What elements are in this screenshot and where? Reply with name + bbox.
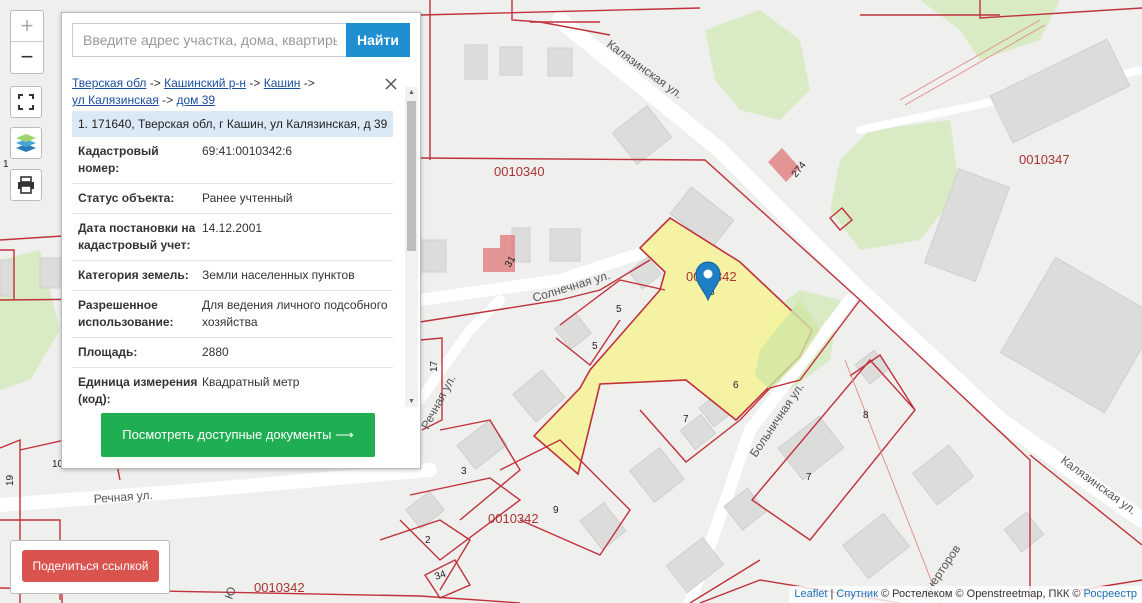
- plot-number: 6: [733, 380, 739, 391]
- view-documents-button[interactable]: Посмотреть доступные документы ⟶: [101, 413, 375, 457]
- property-value: Земли населенных пунктов: [202, 268, 355, 282]
- plot-number: 5: [616, 304, 622, 315]
- properties-scrollbar[interactable]: ▲ ▼: [405, 87, 418, 407]
- property-key: Единица измерения (код):: [78, 375, 198, 406]
- breadcrumb-link[interactable]: дом 39: [176, 93, 215, 107]
- rosreestr-link[interactable]: Росреестр: [1084, 588, 1137, 600]
- quarter-label: 0010340: [494, 164, 545, 179]
- plot-number: 3: [461, 466, 467, 477]
- property-value: Для ведения личного подсобного хозяйства: [202, 298, 388, 329]
- property-value: 2880: [202, 345, 229, 359]
- search-input[interactable]: [72, 23, 347, 57]
- property-key: Дата постановки на кадастровый учет:: [78, 221, 196, 252]
- breadcrumb: Тверская обл -> Кашинский р-н -> Кашин -…: [72, 75, 372, 109]
- plot-number: 9: [553, 505, 559, 516]
- plot-number: 5: [592, 341, 598, 352]
- property-row: Кадастровый номер: 69:41:0010342:6: [72, 137, 393, 184]
- breadcrumb-separator: ->: [149, 76, 161, 90]
- property-row: Разрешенное использование: Для ведения ли…: [72, 291, 393, 338]
- property-row: Статус объекта: Ранее учтенный: [72, 184, 393, 214]
- zoom-in-button[interactable]: +: [11, 11, 43, 41]
- breadcrumb-separator: ->: [162, 93, 174, 107]
- property-row: Дата постановки на кадастровый учет: 14.1…: [72, 214, 393, 261]
- property-key: Кадастровый номер:: [78, 144, 159, 175]
- attribution-text: © Ростелеком © Openstreetmap, ПКК ©: [877, 588, 1084, 600]
- breadcrumb-link[interactable]: Кашинский р-н: [164, 76, 246, 90]
- print-button[interactable]: [10, 169, 42, 201]
- scroll-down-icon[interactable]: ▼: [408, 398, 415, 405]
- sputnik-link[interactable]: Спутник: [836, 588, 877, 600]
- search-button[interactable]: Найти: [346, 23, 410, 57]
- quarter-label: 0010342: [254, 580, 305, 595]
- plot-number: 7: [806, 472, 812, 483]
- plot-number: 1: [3, 159, 9, 170]
- property-key: Категория земель:: [78, 268, 189, 282]
- property-key: Площадь:: [78, 345, 138, 359]
- breadcrumb-separator: ->: [303, 76, 315, 90]
- property-value: 14.12.2001: [202, 221, 263, 235]
- zoom-out-button[interactable]: −: [11, 41, 43, 72]
- property-row: Площадь: 2880: [72, 338, 393, 368]
- plot-number: 17: [429, 360, 440, 372]
- scroll-up-icon[interactable]: ▲: [408, 89, 415, 96]
- leaflet-link[interactable]: Leaflet: [794, 588, 827, 600]
- layers-icon: [16, 134, 36, 152]
- property-row: Единица измерения (код): Квадратный метр: [72, 368, 393, 407]
- breadcrumb-link[interactable]: Кашин: [264, 76, 301, 90]
- property-key: Разрешенное использование:: [78, 298, 174, 329]
- property-key: Статус объекта:: [78, 191, 175, 205]
- fullscreen-button[interactable]: [10, 86, 42, 118]
- layers-button[interactable]: [10, 127, 42, 159]
- property-value: Квадратный метр: [202, 375, 300, 389]
- plot-number: 8: [863, 410, 869, 421]
- property-value: 69:41:0010342:6: [202, 144, 293, 158]
- info-panel: Найти Тверская обл -> Кашинский р-н -> К…: [61, 12, 421, 469]
- property-row: Категория земель: Земли населенных пункто…: [72, 261, 393, 291]
- quarter-label: 0010347: [1019, 152, 1070, 167]
- plot-number: 7: [683, 414, 689, 425]
- close-icon[interactable]: [382, 75, 400, 93]
- printer-icon: [18, 176, 34, 194]
- breadcrumb-link[interactable]: Тверская обл: [72, 76, 146, 90]
- result-address[interactable]: 1. 171640, Тверская обл, г Кашин, ул Кал…: [72, 111, 393, 137]
- share-link-button[interactable]: Поделиться ссылкой: [22, 550, 159, 582]
- fullscreen-icon: [18, 94, 34, 110]
- share-panel: Поделиться ссылкой: [10, 540, 170, 594]
- scrollbar-thumb[interactable]: [407, 101, 416, 251]
- breadcrumb-link[interactable]: ул Калязинская: [72, 93, 159, 107]
- properties-table: Кадастровый номер: 69:41:0010342:6 Статус…: [72, 137, 393, 407]
- plot-number: 2: [425, 535, 431, 546]
- property-value: Ранее учтенный: [202, 191, 293, 205]
- zoom-control: + −: [10, 10, 44, 74]
- map-attribution: Leaflet | Спутник © Ростелеком © Openstr…: [789, 586, 1142, 603]
- plot-number: 19: [5, 474, 16, 486]
- breadcrumb-separator: ->: [249, 76, 261, 90]
- quarter-label: 0010342: [488, 511, 539, 526]
